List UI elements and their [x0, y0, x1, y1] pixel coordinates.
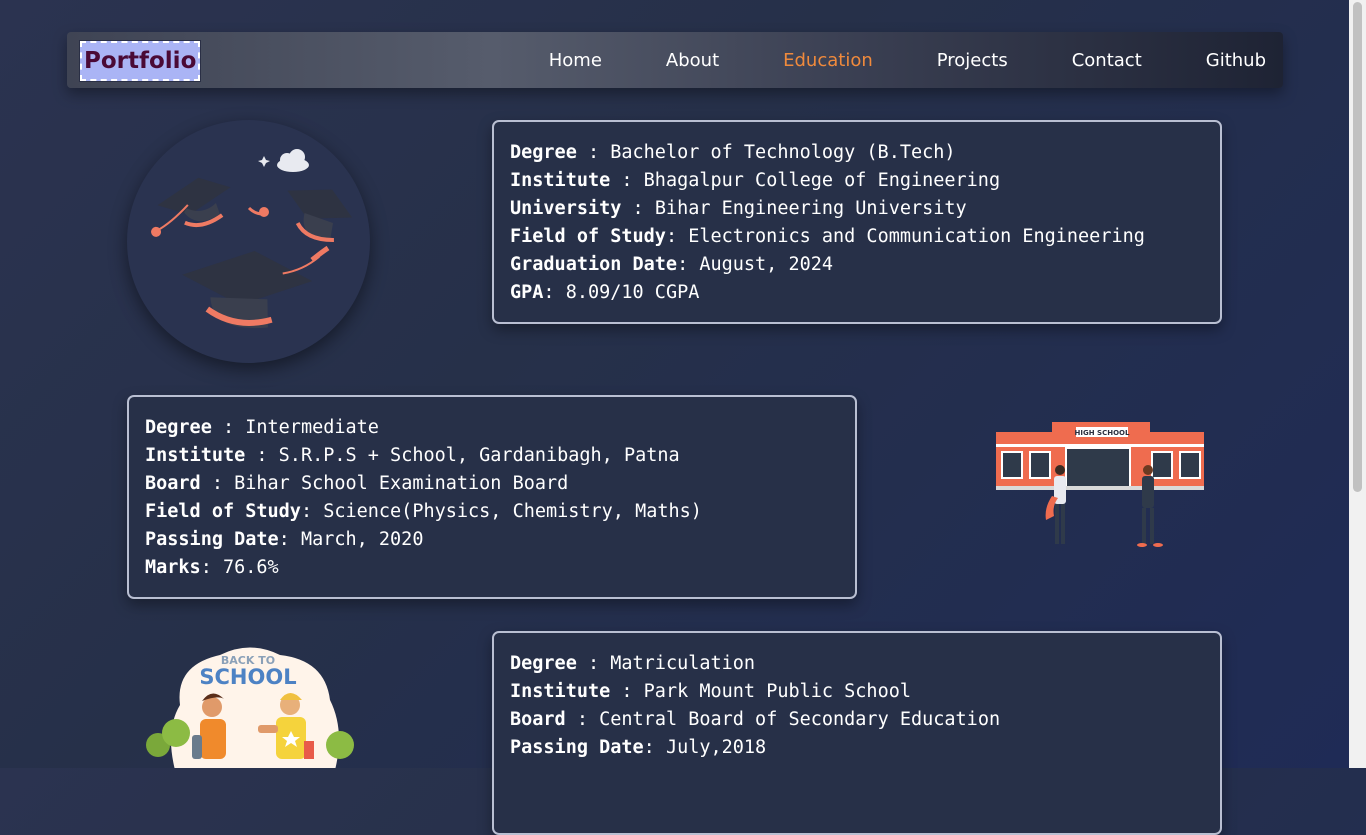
row-separator: :	[278, 529, 301, 550]
edu-row: Board : Bihar School Examination Board	[145, 470, 839, 498]
nav-about[interactable]: About	[666, 50, 719, 71]
board-label: Board	[510, 709, 566, 730]
institute-label: Institute	[145, 445, 246, 466]
row-separator: :	[576, 653, 611, 674]
row-separator: :	[245, 445, 279, 466]
row-separator: :	[543, 282, 566, 303]
passing-date-label: Passing Date	[510, 737, 644, 758]
nav-education[interactable]: Education	[783, 50, 873, 71]
nav-links: Home About Education Projects Contact Gi…	[485, 32, 1266, 88]
field-label: Field of Study	[145, 501, 301, 522]
nav-projects[interactable]: Projects	[937, 50, 1008, 71]
education-card-btech: Degree : Bachelor of Technology (B.Tech)…	[492, 120, 1222, 324]
field-value: Electronics and Communication Engineerin…	[688, 226, 1145, 247]
education-card-matriculation: Degree : Matriculation Institute : Park …	[492, 631, 1222, 835]
degree-label: Degree	[510, 142, 577, 163]
graduation-date-label: Graduation Date	[510, 254, 678, 275]
edu-row: Graduation Date: August, 2024	[510, 251, 1204, 279]
edu-row: Degree : Matriculation	[510, 650, 1204, 678]
logo[interactable]: Portfolio	[78, 40, 202, 82]
edu-row: Passing Date: March, 2020	[145, 526, 839, 554]
degree-value: Matriculation	[610, 653, 756, 674]
school-sign-text: HIGH SCHOOL	[1075, 429, 1130, 437]
edu-row: Field of Study: Electronics and Communic…	[510, 223, 1204, 251]
graduation-date-value: August, 2024	[699, 254, 834, 275]
edu-row: Passing Date: July,2018	[510, 734, 1204, 762]
edu-row: Field of Study: Science(Physics, Chemist…	[145, 498, 839, 526]
passing-date-label: Passing Date	[145, 529, 279, 550]
degree-value: Intermediate	[245, 417, 379, 438]
institute-value: Bhagalpur College of Engineering	[643, 170, 1001, 191]
edu-row: Institute : Bhagalpur College of Enginee…	[510, 167, 1204, 195]
row-separator: :	[610, 170, 644, 191]
board-value: Bihar School Examination Board	[234, 473, 569, 494]
row-separator: :	[200, 473, 235, 494]
graduation-illustration	[127, 120, 370, 363]
gpa-label: GPA	[510, 282, 544, 303]
field-label: Field of Study	[510, 226, 666, 247]
edu-row: Board : Central Board of Secondary Educa…	[510, 706, 1204, 734]
page-scrollbar[interactable]	[1349, 0, 1366, 768]
marks-label: Marks	[145, 557, 201, 578]
scrollbar-thumb[interactable]	[1353, 2, 1362, 492]
degree-label: Degree	[145, 417, 212, 438]
degree-label: Degree	[510, 653, 577, 674]
edu-row: Institute : S.R.P.S + School, Gardanibag…	[145, 442, 839, 470]
edu-row: Marks: 76.6%	[145, 554, 839, 582]
marks-value: 76.6%	[222, 557, 279, 578]
row-separator: :	[200, 557, 223, 578]
university-value: Bihar Engineering University	[654, 198, 967, 219]
edu-row: Degree : Intermediate	[145, 414, 839, 442]
school-text: SCHOOL	[199, 665, 296, 689]
institute-label: Institute	[510, 170, 611, 191]
board-value: Central Board of Secondary Education	[599, 709, 1001, 730]
institute-label: Institute	[510, 681, 611, 702]
edu-row: GPA: 8.09/10 CGPA	[510, 279, 1204, 307]
row-separator: :	[621, 198, 655, 219]
degree-value: Bachelor of Technology (B.Tech)	[610, 142, 956, 163]
row-separator: :	[677, 254, 700, 275]
row-separator: :	[565, 709, 600, 730]
edu-row: Institute : Park Mount Public School	[510, 678, 1204, 706]
logo-text: Portfolio	[84, 48, 197, 74]
row-separator: :	[211, 417, 246, 438]
passing-date-value: July,2018	[665, 737, 767, 758]
institute-value: S.R.P.S + School, Gardanibagh, Patna	[278, 445, 680, 466]
gpa-value: 8.09/10 CGPA	[565, 282, 700, 303]
row-separator: :	[576, 142, 611, 163]
row-separator: :	[610, 681, 644, 702]
row-separator: :	[300, 501, 324, 522]
edu-row: University : Bihar Engineering Universit…	[510, 195, 1204, 223]
row-separator: :	[665, 226, 689, 247]
field-value: Science(Physics, Chemistry, Maths)	[323, 501, 702, 522]
back-to-school-illustration: BACK TO SCHOOL	[146, 647, 354, 768]
passing-date-value: March, 2020	[300, 529, 424, 550]
nav-home[interactable]: Home	[549, 50, 602, 71]
high-school-illustration: HIGH SCHOOL	[996, 422, 1204, 547]
nav-github[interactable]: Github	[1206, 50, 1266, 71]
education-card-intermediate: Degree : Intermediate Institute : S.R.P.…	[127, 395, 857, 599]
edu-row: Degree : Bachelor of Technology (B.Tech)	[510, 139, 1204, 167]
nav-contact[interactable]: Contact	[1072, 50, 1142, 71]
navbar: Portfolio Home About Education Projects …	[67, 32, 1283, 88]
row-separator: :	[643, 737, 666, 758]
graduation-caps-icon	[151, 149, 353, 329]
university-label: University	[510, 198, 622, 219]
board-label: Board	[145, 473, 201, 494]
institute-value: Park Mount Public School	[643, 681, 911, 702]
